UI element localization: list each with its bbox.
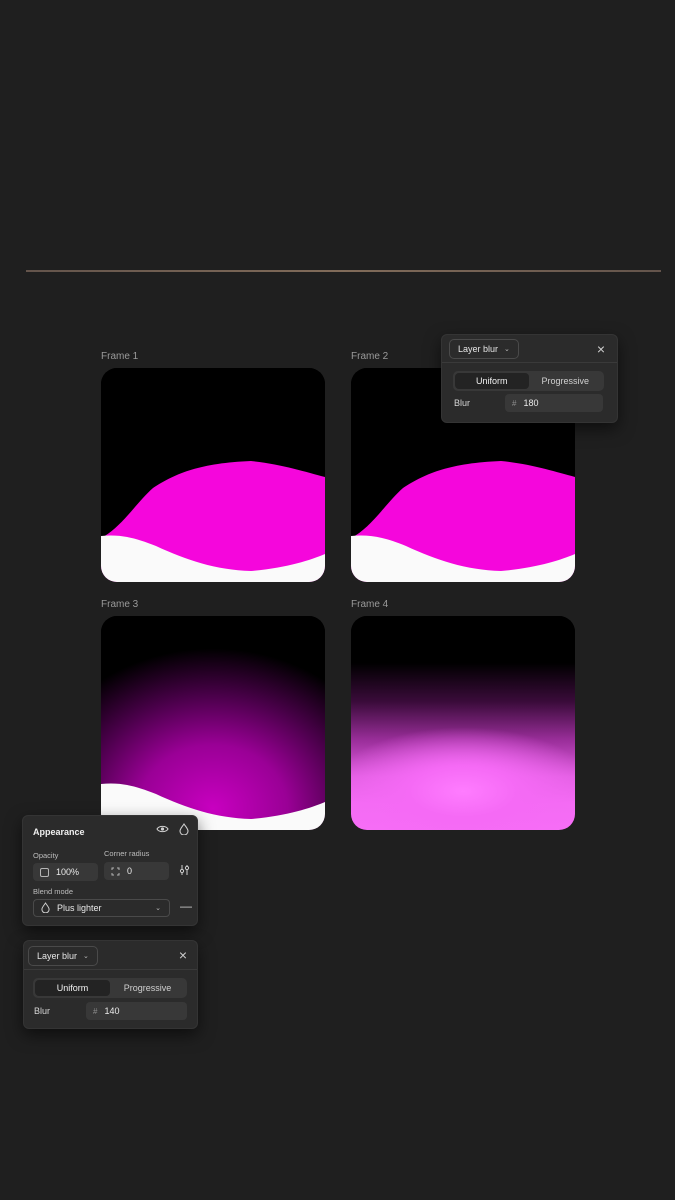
frame-3[interactable] (101, 616, 325, 830)
opacity-value: 100% (56, 867, 80, 877)
opacity-label: Opacity (33, 851, 59, 860)
panel-separator (442, 362, 617, 363)
panel-separator (24, 969, 197, 970)
close-icon[interactable]: × (176, 948, 190, 962)
blend-mode-label: Blend mode (33, 887, 74, 896)
hash-icon: # (93, 1006, 98, 1016)
frame-1-artwork (101, 368, 325, 582)
chevron-down-icon: ⌄ (155, 905, 161, 912)
frame-1-label[interactable]: Frame 1 (101, 351, 138, 362)
drop-icon[interactable] (179, 823, 189, 838)
tab-progressive[interactable]: Progressive (529, 373, 603, 389)
blur-type-segmented: Uniform Progressive (453, 371, 604, 391)
corner-radius-input[interactable]: 0 (104, 862, 169, 880)
blur-value: 140 (104, 1006, 120, 1016)
dropdown-label: Layer blur (458, 344, 499, 354)
frame-2-label[interactable]: Frame 2 (351, 351, 388, 362)
layer-blur-dropdown[interactable]: Layer blur ⌄ (449, 339, 519, 359)
frame-4[interactable] (351, 616, 575, 830)
appearance-panel: Appearance Opacity Corner radius 100% 0 … (22, 815, 198, 926)
frame-1[interactable] (101, 368, 325, 582)
chevron-down-icon: ⌄ (504, 346, 510, 353)
blend-mode-value: Plus lighter (57, 903, 102, 913)
tab-uniform[interactable]: Uniform (455, 373, 529, 389)
corner-radius-value: 0 (127, 866, 133, 876)
opacity-square-icon (40, 867, 49, 877)
blur-value: 180 (523, 398, 539, 408)
frame-4-label[interactable]: Frame 4 (351, 599, 388, 610)
dropdown-label: Layer blur (37, 951, 78, 961)
corner-radius-label: Corner radius (104, 849, 150, 858)
drop-icon-small (41, 901, 50, 915)
minus-icon[interactable]: — (180, 900, 192, 912)
tab-progressive[interactable]: Progressive (110, 980, 185, 996)
layer-blur-panel-bottom: Layer blur ⌄ × Uniform Progressive Blur … (23, 940, 198, 1029)
blur-input[interactable]: # 180 (505, 394, 603, 412)
sliders-icon[interactable] (179, 864, 190, 879)
layer-blur-panel-top: Layer blur ⌄ × Uniform Progressive Blur … (441, 334, 618, 423)
opacity-input[interactable]: 100% (33, 863, 98, 881)
blur-input[interactable]: # 140 (86, 1002, 187, 1020)
close-icon[interactable]: × (594, 342, 608, 356)
blur-label: Blur (34, 1006, 51, 1016)
eye-icon[interactable] (156, 824, 169, 837)
blend-mode-select[interactable]: Plus lighter ⌄ (33, 899, 170, 917)
frame-3-wave (101, 783, 325, 830)
tab-uniform[interactable]: Uniform (35, 980, 110, 996)
appearance-title: Appearance (33, 827, 85, 837)
divider-line (26, 270, 661, 272)
corner-radius-icon (111, 867, 120, 876)
hash-icon: # (512, 398, 517, 408)
frame-4-glow (351, 616, 575, 830)
chevron-down-icon: ⌄ (83, 953, 89, 960)
blur-label: Blur (454, 398, 471, 408)
frame-3-label[interactable]: Frame 3 (101, 599, 138, 610)
blur-type-segmented: Uniform Progressive (33, 978, 187, 998)
layer-blur-dropdown[interactable]: Layer blur ⌄ (28, 946, 98, 966)
